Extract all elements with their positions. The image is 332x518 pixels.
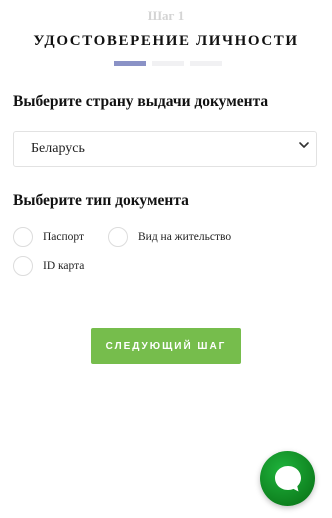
radio-label: Вид на жительство	[138, 231, 232, 243]
progress-segment-1	[114, 61, 146, 66]
chat-bubble-icon	[275, 466, 301, 492]
radio-option-id-card[interactable]: ID карта	[13, 256, 84, 276]
country-section-title: Выберите страну выдачи документа	[13, 93, 269, 110]
radio-option-passport[interactable]: Паспорт	[13, 227, 84, 247]
radio-label: ID карта	[43, 260, 85, 272]
identity-step-page: Шаг 1 УДОСТОВЕРЕНИЕ ЛИЧНОСТИ Выберите ст…	[0, 0, 332, 518]
page-title: УДОСТОВЕРЕНИЕ ЛИЧНОСТИ	[33, 33, 299, 49]
chat-button[interactable]	[260, 451, 315, 506]
next-step-button[interactable]: СЛЕДУЮЩИЙ ШАГ	[91, 328, 241, 364]
radio-option-residence-permit[interactable]: Вид на жительство	[108, 227, 231, 247]
radio-button[interactable]	[13, 227, 33, 247]
progress-segment-3	[190, 61, 222, 66]
country-select-value: Беларусь	[31, 141, 85, 156]
country-select[interactable]: Беларусь	[13, 131, 317, 167]
radio-button[interactable]	[13, 256, 33, 276]
chevron-down-icon	[299, 142, 309, 148]
progress-segment-2	[152, 61, 184, 66]
doc-type-section-title: Выберите тип документа	[13, 192, 189, 209]
step-label: Шаг 1	[147, 8, 185, 23]
radio-label: Паспорт	[43, 231, 85, 243]
radio-button[interactable]	[108, 227, 128, 247]
progress-indicator	[114, 61, 222, 66]
